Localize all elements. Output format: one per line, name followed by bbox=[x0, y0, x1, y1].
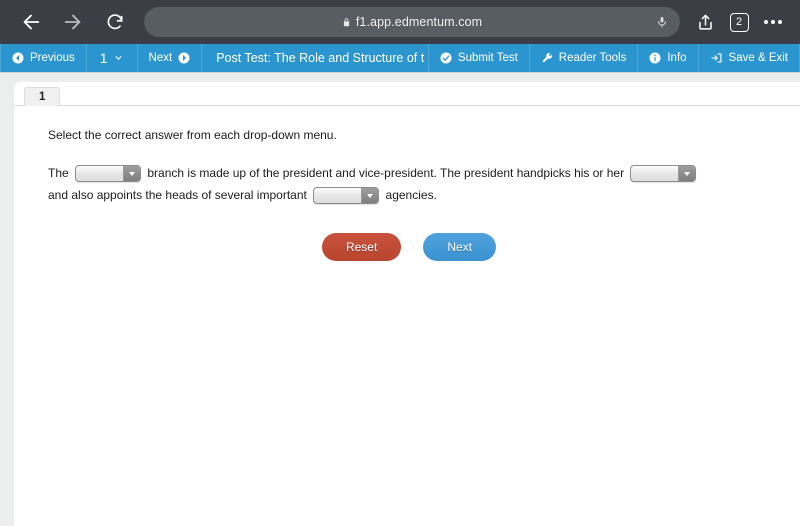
chevron-down-icon bbox=[361, 188, 379, 204]
more-dots bbox=[764, 20, 782, 24]
lock-icon bbox=[342, 17, 351, 28]
next-button[interactable]: Next bbox=[423, 233, 497, 261]
more-options-icon[interactable] bbox=[756, 1, 790, 43]
info-label: Info bbox=[667, 52, 687, 64]
info-button[interactable]: Info bbox=[638, 44, 699, 72]
dropdown-branch[interactable] bbox=[75, 165, 142, 183]
circle-left-arrow-icon bbox=[12, 52, 24, 64]
reader-tools-label: Reader Tools bbox=[558, 52, 627, 64]
instruction-text: Select the correct answer from each drop… bbox=[48, 128, 337, 142]
chevron-down-icon bbox=[678, 166, 696, 182]
forward-arrow-icon[interactable] bbox=[52, 1, 94, 43]
address-bar[interactable]: f1.app.edmentum.com bbox=[144, 7, 680, 37]
question-text-part3: and also appoints the heads of several i… bbox=[48, 188, 307, 202]
question-tab-row: 1 bbox=[14, 82, 800, 106]
action-buttons: Reset Next bbox=[48, 233, 770, 261]
microphone-icon[interactable] bbox=[656, 15, 668, 30]
circle-right-arrow-icon bbox=[178, 52, 190, 64]
tab-count-button[interactable]: 2 bbox=[722, 1, 756, 43]
assessment-toolbar: Previous 1 Next Post Test: The Role and … bbox=[0, 44, 800, 73]
page-number: 1 bbox=[99, 50, 108, 66]
question-tab-1[interactable]: 1 bbox=[24, 87, 61, 106]
next-label: Next bbox=[148, 52, 173, 64]
reset-button[interactable]: Reset bbox=[321, 233, 402, 261]
url-text: f1.app.edmentum.com bbox=[355, 15, 483, 29]
dropdown-appointee[interactable] bbox=[630, 165, 697, 183]
previous-button[interactable]: Previous bbox=[0, 44, 87, 72]
previous-label: Previous bbox=[30, 52, 75, 64]
back-arrow-icon[interactable] bbox=[10, 1, 52, 43]
info-circle-icon bbox=[649, 52, 661, 64]
submit-test-button[interactable]: Submit Test bbox=[429, 44, 530, 72]
save-and-exit-button[interactable]: Save & Exit bbox=[699, 44, 800, 72]
page-background: 1 Select the correct answer from each dr… bbox=[0, 73, 800, 526]
question-tab-label: 1 bbox=[39, 91, 46, 103]
chevron-down-icon bbox=[123, 166, 141, 182]
dropdown-agencies[interactable] bbox=[313, 187, 380, 205]
submit-test-label: Submit Test bbox=[457, 52, 518, 64]
page-title-text: Post Test: The Role and Structure of t bbox=[216, 51, 425, 65]
reload-icon[interactable] bbox=[94, 1, 136, 43]
question-body: Select the correct answer from each drop… bbox=[14, 106, 800, 261]
share-icon[interactable] bbox=[688, 1, 722, 43]
question-card: 1 Select the correct answer from each dr… bbox=[14, 82, 800, 526]
save-and-exit-label: Save & Exit bbox=[728, 52, 788, 64]
check-circle-icon bbox=[440, 52, 452, 64]
reader-tools-button[interactable]: Reader Tools bbox=[530, 44, 639, 72]
wrench-icon bbox=[541, 52, 553, 64]
question-text-part2: branch is made up of the president and v… bbox=[147, 166, 625, 180]
address-bar-content: f1.app.edmentum.com bbox=[144, 15, 680, 29]
tab-count-badge: 2 bbox=[729, 12, 749, 32]
question-text-part1: The bbox=[48, 166, 69, 180]
question-text: The branch is made up of the president a… bbox=[48, 162, 708, 206]
chevron-down-icon bbox=[113, 54, 124, 62]
question-text-part4: agencies. bbox=[385, 188, 437, 202]
page-title: Post Test: The Role and Structure of t bbox=[202, 44, 429, 72]
page-selector[interactable]: 1 bbox=[87, 44, 138, 72]
browser-chrome: f1.app.edmentum.com 2 bbox=[0, 0, 800, 44]
exit-door-icon bbox=[710, 52, 723, 64]
next-button[interactable]: Next bbox=[138, 44, 203, 72]
